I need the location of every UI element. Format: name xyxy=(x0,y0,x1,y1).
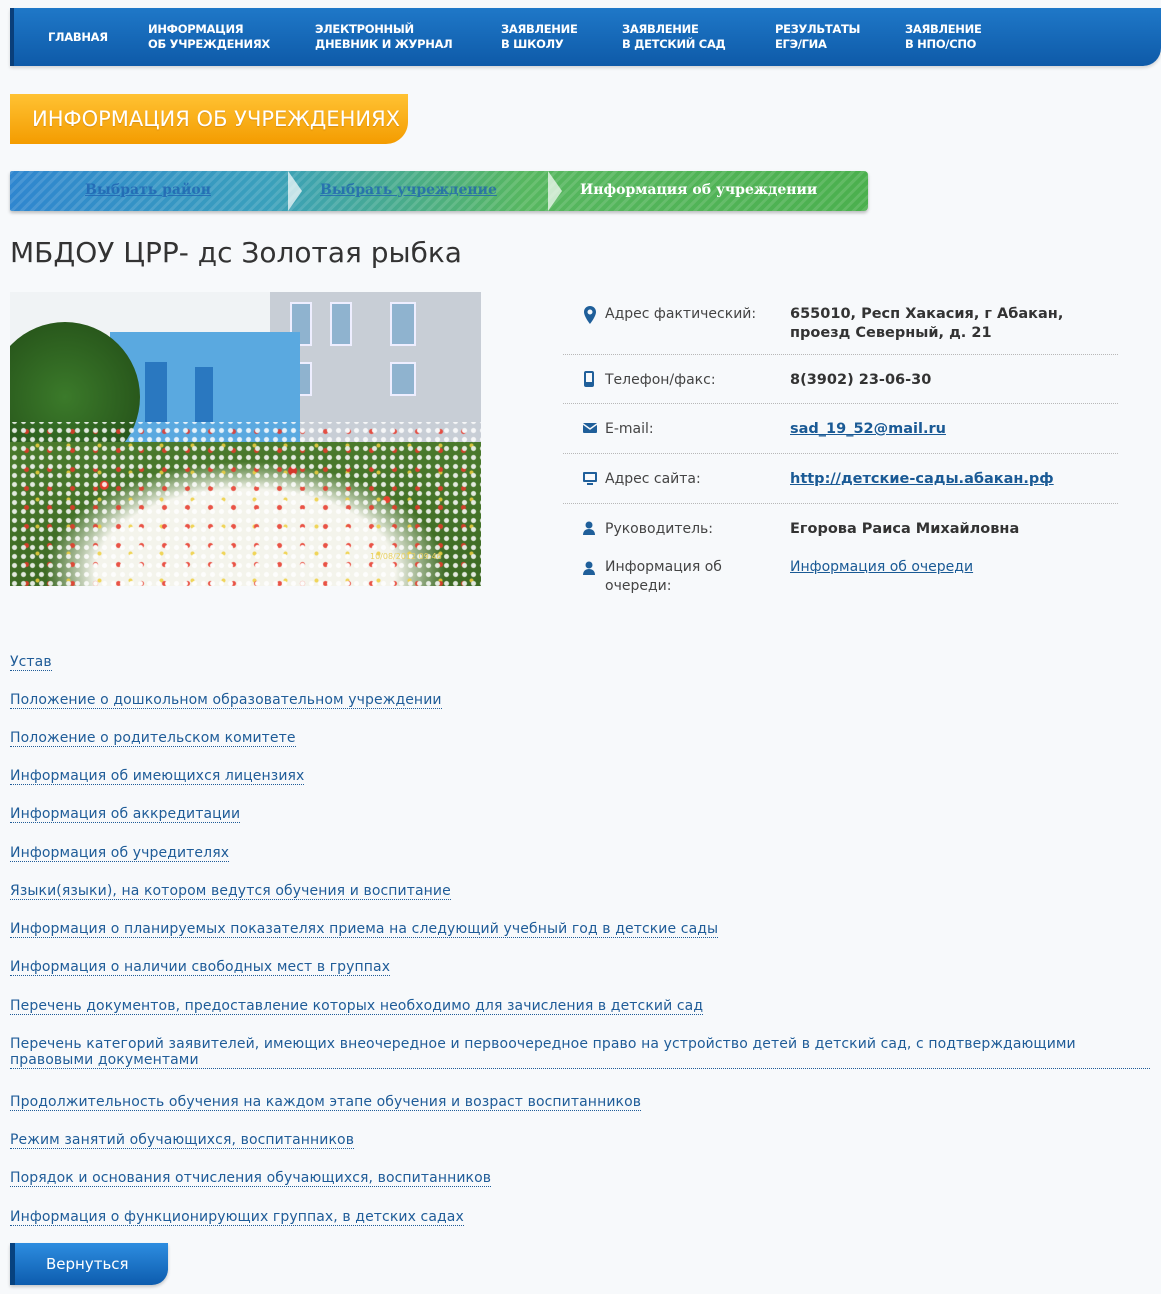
info-row-address: Адрес фактический: 655010, Респ Хакасия,… xyxy=(563,302,1118,355)
breadcrumb-step-district[interactable]: Выбрать район xyxy=(85,182,211,198)
doc-link-admission-plan[interactable]: Информация о планируемых показателях при… xyxy=(10,921,719,938)
doc-link-accreditation[interactable]: Информация об аккредитации xyxy=(10,806,241,823)
person-icon xyxy=(583,521,597,537)
nav-edge xyxy=(10,8,14,66)
nav-item-exam-results[interactable]: Результаты ЕГЭ/ГИА xyxy=(775,22,860,52)
person-icon xyxy=(583,561,597,577)
monitor-icon xyxy=(583,472,597,488)
breadcrumb: Выбрать район Выбрать учреждение Информа… xyxy=(10,171,868,211)
address-value: 655010, Респ Хакасия, г Абакан, проезд С… xyxy=(790,306,1064,341)
queue-link[interactable]: Информация об очереди xyxy=(790,558,973,577)
institution-info: Адрес фактический: 655010, Респ Хакасия,… xyxy=(563,302,1118,612)
nav-item-school-application[interactable]: Заявление в школу xyxy=(501,22,578,52)
doc-link-schedule[interactable]: Режим занятий обучающихся, воспитанников xyxy=(10,1132,355,1149)
map-pin-icon xyxy=(583,306,597,324)
doc-link-priority-categories[interactable]: Перечень категорий заявителей, имеющих в… xyxy=(10,1036,1150,1069)
doc-link-charter[interactable]: Устав xyxy=(10,654,52,671)
nav-item-e-diary[interactable]: Электронный дневник и журнал xyxy=(315,22,453,52)
breadcrumb-step-institution[interactable]: Выбрать учреждение xyxy=(320,182,497,198)
envelope-icon xyxy=(582,422,598,438)
doc-link-education-duration[interactable]: Продолжительность обучения на каждом эта… xyxy=(10,1094,642,1111)
breadcrumb-separator-icon xyxy=(288,171,302,211)
phone-label: Телефон/факс: xyxy=(605,372,716,388)
doc-link-functioning-groups[interactable]: Информация о функционирующих группах, в … xyxy=(10,1209,464,1226)
doc-link-parent-committee[interactable]: Положение о родительском комитете xyxy=(10,730,296,747)
doc-link-free-places[interactable]: Информация о наличии свободных мест в гр… xyxy=(10,959,391,976)
back-button[interactable]: Вернуться xyxy=(10,1243,168,1285)
queue-label: Информация об очереди: xyxy=(605,559,722,594)
doc-link-licenses[interactable]: Информация об имеющихся лицензиях xyxy=(10,768,305,785)
email-label: E-mail: xyxy=(605,421,654,437)
site-link[interactable]: http://детские-сады.абакан.рф xyxy=(790,470,1054,489)
photo-blooms xyxy=(10,422,481,586)
info-row-phone: Телефон/факс: 8(3902) 23-06-30 xyxy=(563,355,1118,404)
doc-link-preschool-regulation[interactable]: Положение о дошкольном образовательном у… xyxy=(10,692,442,709)
photo-date-stamp: 10/08/2012 09:46 xyxy=(370,552,442,561)
head-label: Руководитель: xyxy=(605,521,714,537)
phone-value: 8(3902) 23-06-30 xyxy=(790,372,932,388)
doc-link-expulsion-procedure[interactable]: Порядок и основания отчисления обучающих… xyxy=(10,1170,492,1187)
info-row-head: Руководитель: Егорова Раиса Михайловна xyxy=(563,504,1118,552)
info-row-queue: Информация об очереди: Информация об оче… xyxy=(563,552,1118,612)
back-button-edge xyxy=(10,1243,15,1285)
nav-item-institutions[interactable]: Информация об учреждениях xyxy=(148,22,270,52)
breadcrumb-step-current: Информация об учреждении xyxy=(580,182,818,198)
top-navigation: Главная Информация об учреждениях Электр… xyxy=(10,8,1161,66)
nav-item-kindergarten-application[interactable]: Заявление в детский сад xyxy=(622,22,726,52)
page-title: МБДОУ ЦРР- дс Золотая рыбка xyxy=(10,236,462,269)
head-value: Егорова Раиса Михайловна xyxy=(790,521,1020,537)
doc-link-required-documents[interactable]: Перечень документов, предоставление кото… xyxy=(10,998,704,1015)
site-label: Адрес сайта: xyxy=(605,471,701,487)
address-label: Адрес фактический: xyxy=(605,306,757,322)
info-row-email: E-mail: sad_19_52@mail.ru xyxy=(563,404,1118,454)
nav-item-npo-spo-application[interactable]: Заявление в НПО/СПО xyxy=(905,22,982,52)
info-row-site: Адрес сайта: http://детские-сады.абакан.… xyxy=(563,454,1118,504)
phone-icon xyxy=(583,371,597,387)
section-title: ИНФОРМАЦИЯ ОБ УЧРЕЖДЕНИЯХ xyxy=(10,94,408,144)
doc-link-founders[interactable]: Информация об учредителях xyxy=(10,845,230,862)
email-link[interactable]: sad_19_52@mail.ru xyxy=(790,420,946,439)
nav-item-home[interactable]: Главная xyxy=(48,30,108,45)
institution-photo: 10/08/2012 09:46 xyxy=(10,292,481,586)
breadcrumb-separator-icon xyxy=(548,171,562,211)
doc-link-languages[interactable]: Языки(языки), на котором ведутся обучени… xyxy=(10,883,451,900)
back-button-label: Вернуться xyxy=(46,1255,129,1273)
